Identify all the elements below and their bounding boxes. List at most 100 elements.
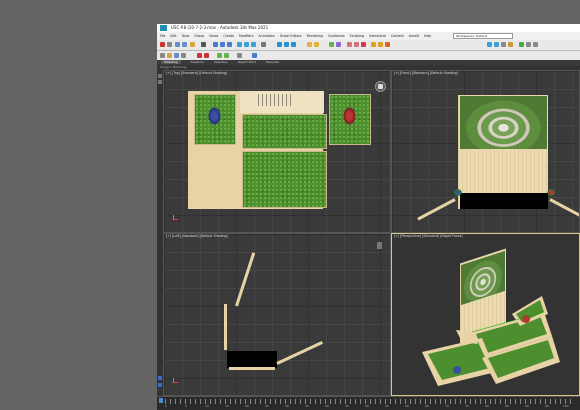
viewport-left[interactable]: [+] [Left] [Standard] [Default Shading] <box>163 233 391 396</box>
ribbon-tab-modeling[interactable]: Modeling <box>161 60 181 64</box>
frame-label: 30 <box>285 404 289 408</box>
frame-label: 85 <box>505 404 509 408</box>
menu-content[interactable]: Content <box>391 34 404 38</box>
toolbar-extra-icon-1[interactable] <box>487 42 492 47</box>
rendered-frame-icon[interactable] <box>378 42 383 47</box>
menu-views[interactable]: Views <box>209 34 218 38</box>
mirror-icon[interactable] <box>307 42 312 47</box>
base-plate-side[interactable] <box>229 367 275 370</box>
menu-modifiers[interactable]: Modifiers <box>239 34 254 38</box>
menu-arnold[interactable]: Arnold <box>409 34 419 38</box>
base-block-front[interactable] <box>460 193 548 209</box>
viewport-front[interactable]: [+] [Front] [Standard] [Default Shading] <box>391 70 580 233</box>
grass-panel-center[interactable] <box>242 114 327 149</box>
toolbar2-icon-2[interactable] <box>167 53 172 58</box>
reference-coordinate-icon[interactable] <box>261 42 266 47</box>
viewcube[interactable] <box>375 81 386 92</box>
menu-customize[interactable]: Customize <box>328 34 345 38</box>
perspective-model-svg <box>422 296 560 386</box>
viewport-label[interactable]: [+] [Left] [Standard] [Default Shading] <box>166 234 228 239</box>
menu-file[interactable]: File <box>160 34 165 38</box>
menu-scripting[interactable]: Scripting <box>350 34 364 38</box>
undo-icon[interactable] <box>160 42 165 47</box>
viewport-top[interactable]: [+] [Top] [Standard] [Default Shading] <box>163 70 391 233</box>
selection-filter-icon[interactable] <box>201 42 206 47</box>
toolbar2-icon-9[interactable] <box>237 53 242 58</box>
grass-panel-right[interactable] <box>329 94 371 145</box>
ribbon-tab-freeform[interactable]: Freeform <box>191 60 204 64</box>
frame-label: 70 <box>445 404 449 408</box>
menu-interactive[interactable]: Interactive <box>369 34 386 38</box>
layout-icon-3[interactable] <box>158 376 162 380</box>
frame-label: 75 <box>465 404 469 408</box>
render-setup-icon[interactable] <box>371 42 376 47</box>
material-editor-icon[interactable] <box>361 42 366 47</box>
axis-gizmo <box>173 215 178 220</box>
ribbon-tab-selection[interactable]: Selection <box>214 60 228 64</box>
viewcube-face[interactable] <box>378 84 383 89</box>
toolbar2-icon-7[interactable] <box>217 53 222 58</box>
menu-tools[interactable]: Tools <box>182 34 190 38</box>
menu-rendering[interactable]: Rendering <box>307 34 323 38</box>
render-icon[interactable] <box>385 42 390 47</box>
toolbar2-icon-6[interactable] <box>204 53 209 58</box>
menu-help[interactable]: Help <box>424 34 431 38</box>
toolbar2-icon-1[interactable] <box>160 53 165 58</box>
base-block-side[interactable] <box>227 351 277 368</box>
toolbar2-icon-5[interactable] <box>197 53 202 58</box>
toolbar2-icon-4[interactable] <box>181 53 186 58</box>
select-by-name-icon[interactable] <box>220 42 225 47</box>
link-icon[interactable] <box>175 42 180 47</box>
grass-panel-left[interactable] <box>194 94 236 145</box>
toolbar-extra-icon-4[interactable] <box>508 42 513 47</box>
move-icon[interactable] <box>237 42 242 47</box>
scene-explorer-icon[interactable] <box>329 42 334 47</box>
frame-label: 25 <box>265 404 269 408</box>
header-board-top[interactable] <box>240 91 324 113</box>
menu-animation[interactable]: Animation <box>259 34 275 38</box>
layout-icon-1[interactable] <box>158 74 162 78</box>
grass-panel-lower[interactable] <box>242 151 327 208</box>
scale-icon[interactable] <box>251 42 256 47</box>
schematic-view-icon[interactable] <box>354 42 359 47</box>
viewport-grid-major <box>164 234 390 395</box>
angle-snap-icon[interactable] <box>284 42 289 47</box>
workspace-dropdown[interactable]: Workspaces: Default <box>453 33 513 39</box>
viewcube-left[interactable] <box>377 242 382 249</box>
toolbar2-icon-10[interactable] <box>252 53 257 58</box>
bind-icon[interactable] <box>190 42 195 47</box>
layer-explorer-icon[interactable] <box>336 42 341 47</box>
rect-select-icon[interactable] <box>227 42 232 47</box>
select-object-icon[interactable] <box>213 42 218 47</box>
header-text-marks <box>258 94 294 106</box>
timeline[interactable]: 0 5 10 15 20 25 30 35 40 45 50 55 60 65 … <box>157 396 580 410</box>
toolbar-extra-icon-3[interactable] <box>501 42 506 47</box>
viewport-perspective[interactable]: [+] [Perspective] [Standard] [Edged Face… <box>391 233 580 396</box>
time-slider-handle[interactable] <box>159 398 163 403</box>
ribbon-tab-populate[interactable]: Populate <box>266 60 279 64</box>
menu-create[interactable]: Create <box>223 34 234 38</box>
menu-edit[interactable]: Edit <box>170 34 176 38</box>
toolbar-extra-icon-2[interactable] <box>494 42 499 47</box>
curve-editor-icon[interactable] <box>347 42 352 47</box>
layout-icon-2[interactable] <box>158 80 162 84</box>
toolbar2-icon-8[interactable] <box>224 53 229 58</box>
backboard-side-lower[interactable] <box>224 304 227 350</box>
menu-graph-editors[interactable]: Graph Editors <box>280 34 302 38</box>
viewport-label[interactable]: [+] [Top] [Standard] [Default Shading] <box>166 71 227 76</box>
toolbar2-icon-3[interactable] <box>174 53 179 58</box>
redo-icon[interactable] <box>167 42 172 47</box>
viewport-label[interactable]: [+] [Front] [Standard] [Default Shading] <box>394 71 458 76</box>
align-icon[interactable] <box>314 42 319 47</box>
ribbon-tab-object-paint[interactable]: Object Paint <box>238 60 256 64</box>
frame-label: 100 <box>563 404 569 408</box>
toolbar-extra-icon-7[interactable] <box>533 42 538 47</box>
rotate-icon[interactable] <box>244 42 249 47</box>
toolbar-extra-icon-5[interactable] <box>519 42 524 47</box>
toolbar-extra-icon-6[interactable] <box>526 42 531 47</box>
menu-group[interactable]: Group <box>194 34 204 38</box>
snap-toggle-icon[interactable] <box>277 42 282 47</box>
percent-snap-icon[interactable] <box>291 42 296 47</box>
layout-icon-4[interactable] <box>158 383 162 387</box>
unlink-icon[interactable] <box>182 42 187 47</box>
